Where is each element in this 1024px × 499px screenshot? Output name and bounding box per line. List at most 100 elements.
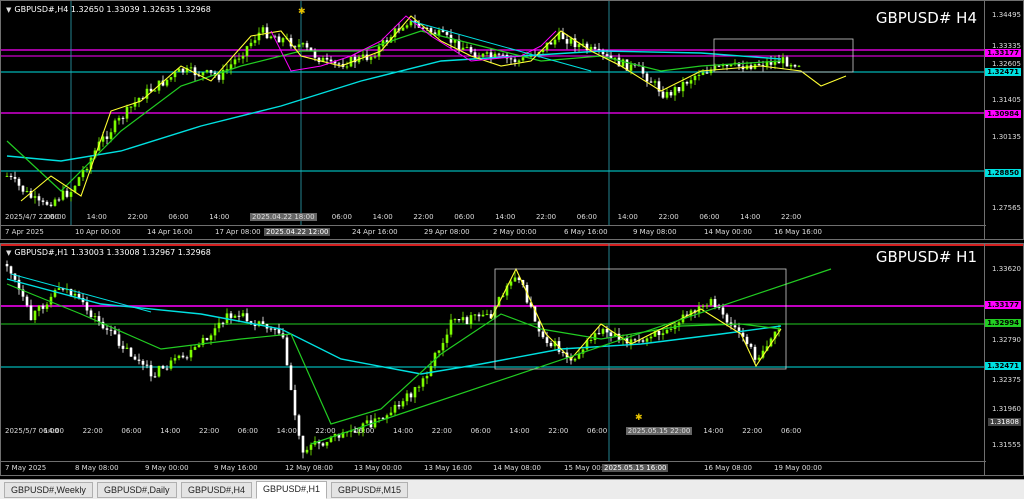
inner-time-label: 06:00 xyxy=(781,427,802,435)
candle-body xyxy=(41,200,45,202)
candle-body xyxy=(169,360,173,369)
candle-body xyxy=(569,38,573,44)
inner-time-label: 22:00 xyxy=(658,213,679,221)
inner-time-label: 06:00 xyxy=(121,427,142,435)
candle-body xyxy=(121,345,125,349)
candle-body xyxy=(205,337,209,341)
price-label: 1.30135 xyxy=(992,133,1021,141)
candle-body xyxy=(649,81,653,83)
candle-body xyxy=(281,38,285,43)
h1-price-scale[interactable]: 1.33620 1.33177 1.32994 1.32790 1.32471 … xyxy=(984,244,1023,475)
candle-body xyxy=(481,314,485,317)
candle-body xyxy=(245,46,249,57)
candle-body xyxy=(473,314,477,316)
tab-gbpusd-daily[interactable]: GBPUSD#,Daily xyxy=(97,482,177,498)
candle-body xyxy=(669,92,673,96)
candle-body xyxy=(393,404,397,413)
candle-body xyxy=(345,66,349,68)
candle-body xyxy=(549,342,553,347)
candle-body xyxy=(633,339,637,341)
candle-body xyxy=(725,314,729,323)
candle-body xyxy=(461,317,465,321)
candle-body xyxy=(85,168,89,171)
candle-body xyxy=(193,347,197,350)
candle-body xyxy=(417,386,421,388)
candle-body xyxy=(613,57,617,59)
collapse-triangle-icon[interactable]: ▼ xyxy=(6,6,11,14)
candle-body xyxy=(501,54,505,56)
time-label: 9 May 00:00 xyxy=(145,464,189,472)
h4-price-scale[interactable]: 1.34495 1.33335 1.33177 1.32605 1.32471 … xyxy=(984,1,1023,239)
inner-time-label: 2025.04.22 18:00 xyxy=(250,213,317,221)
candle-body xyxy=(461,47,465,50)
tab-gbpusd-h1[interactable]: GBPUSD#,H1 xyxy=(256,481,328,499)
inner-time-label: 22:00 xyxy=(199,427,220,435)
candle-body xyxy=(113,330,117,335)
event-marker-icon: ✱ xyxy=(298,7,306,17)
candle-body xyxy=(789,64,793,67)
candle-body xyxy=(105,136,109,139)
h1-price-chart[interactable]: ✱ xyxy=(1,244,986,462)
inner-time-label: 06:00 xyxy=(354,427,375,435)
candle-body xyxy=(377,417,381,419)
candle-body xyxy=(73,293,77,296)
time-label: 7 Apr 2025 xyxy=(5,228,44,236)
candle-body xyxy=(125,106,129,119)
candle-body xyxy=(153,376,157,378)
candle-body xyxy=(697,74,701,76)
candle-body xyxy=(33,310,37,321)
candle-body xyxy=(257,32,261,41)
candle-body xyxy=(361,54,365,57)
candle-body xyxy=(553,39,557,45)
candle-body xyxy=(141,360,145,365)
h1-time-axis[interactable]: 7 May 2025 8 May 08:00 9 May 00:00 9 May… xyxy=(1,461,986,475)
candle-body xyxy=(173,358,177,361)
candle-body xyxy=(465,317,469,325)
h4-chart-header: ▼ GBPUSD#,H4 1.32650 1.33039 1.32635 1.32… xyxy=(6,5,211,14)
candle-body xyxy=(425,375,429,379)
candle-body xyxy=(57,288,61,290)
indicator-line-magenta xyxy=(270,15,557,72)
candle-body xyxy=(481,53,485,57)
candle-body xyxy=(305,449,309,453)
candle-body xyxy=(477,56,481,58)
candle-body xyxy=(457,319,461,321)
candle-body xyxy=(577,44,581,48)
price-label: 1.32605 xyxy=(992,60,1021,68)
candle-body xyxy=(241,313,245,317)
candle-body xyxy=(753,346,757,360)
tab-gbpusd-weekly[interactable]: GBPUSD#,Weekly xyxy=(4,482,93,498)
h4-price-chart[interactable]: ✱ xyxy=(1,1,986,226)
inner-time-label: 22:00 xyxy=(742,427,763,435)
h1-chart-pane[interactable]: ▼ GBPUSD#,H1 1.33003 1.33008 1.32967 1.32… xyxy=(0,243,1024,476)
candle-body xyxy=(33,196,37,198)
tab-gbpusd-h4[interactable]: GBPUSD#,H4 xyxy=(181,482,253,498)
h4-chart-pane[interactable]: ▼ GBPUSD#,H4 1.32650 1.33039 1.32635 1.32… xyxy=(0,0,1024,240)
candle-body xyxy=(565,39,569,44)
inner-time-label: 06:00 xyxy=(699,213,720,221)
candle-body xyxy=(289,365,293,390)
inner-time-label: 06:00 xyxy=(576,213,597,221)
candle-body xyxy=(149,365,153,377)
tab-gbpusd-m15[interactable]: GBPUSD#,M15 xyxy=(331,482,409,498)
inner-time-label: 06:00 xyxy=(168,213,189,221)
inner-time-label: 22:00 xyxy=(548,427,569,435)
h4-time-axis[interactable]: 7 Apr 2025 10 Apr 00:00 14 Apr 16:00 17 … xyxy=(1,225,986,239)
event-marker-icon: ✱ xyxy=(635,413,643,423)
collapse-triangle-icon[interactable]: ▼ xyxy=(6,249,11,257)
candle-body xyxy=(521,57,525,61)
candle-body xyxy=(237,315,241,317)
candle-body xyxy=(301,43,305,45)
candle-body xyxy=(661,333,665,335)
inner-time-label: 22:00 xyxy=(535,213,557,221)
candle-body xyxy=(9,175,13,177)
candle-body xyxy=(485,314,489,316)
candle-body xyxy=(169,77,173,80)
candle-body xyxy=(541,331,545,338)
candle-body xyxy=(129,347,133,357)
candle-body xyxy=(589,46,593,50)
candle-body xyxy=(629,64,633,71)
candle-body xyxy=(369,56,373,60)
candle-body xyxy=(709,299,713,306)
candle-body xyxy=(785,57,789,67)
